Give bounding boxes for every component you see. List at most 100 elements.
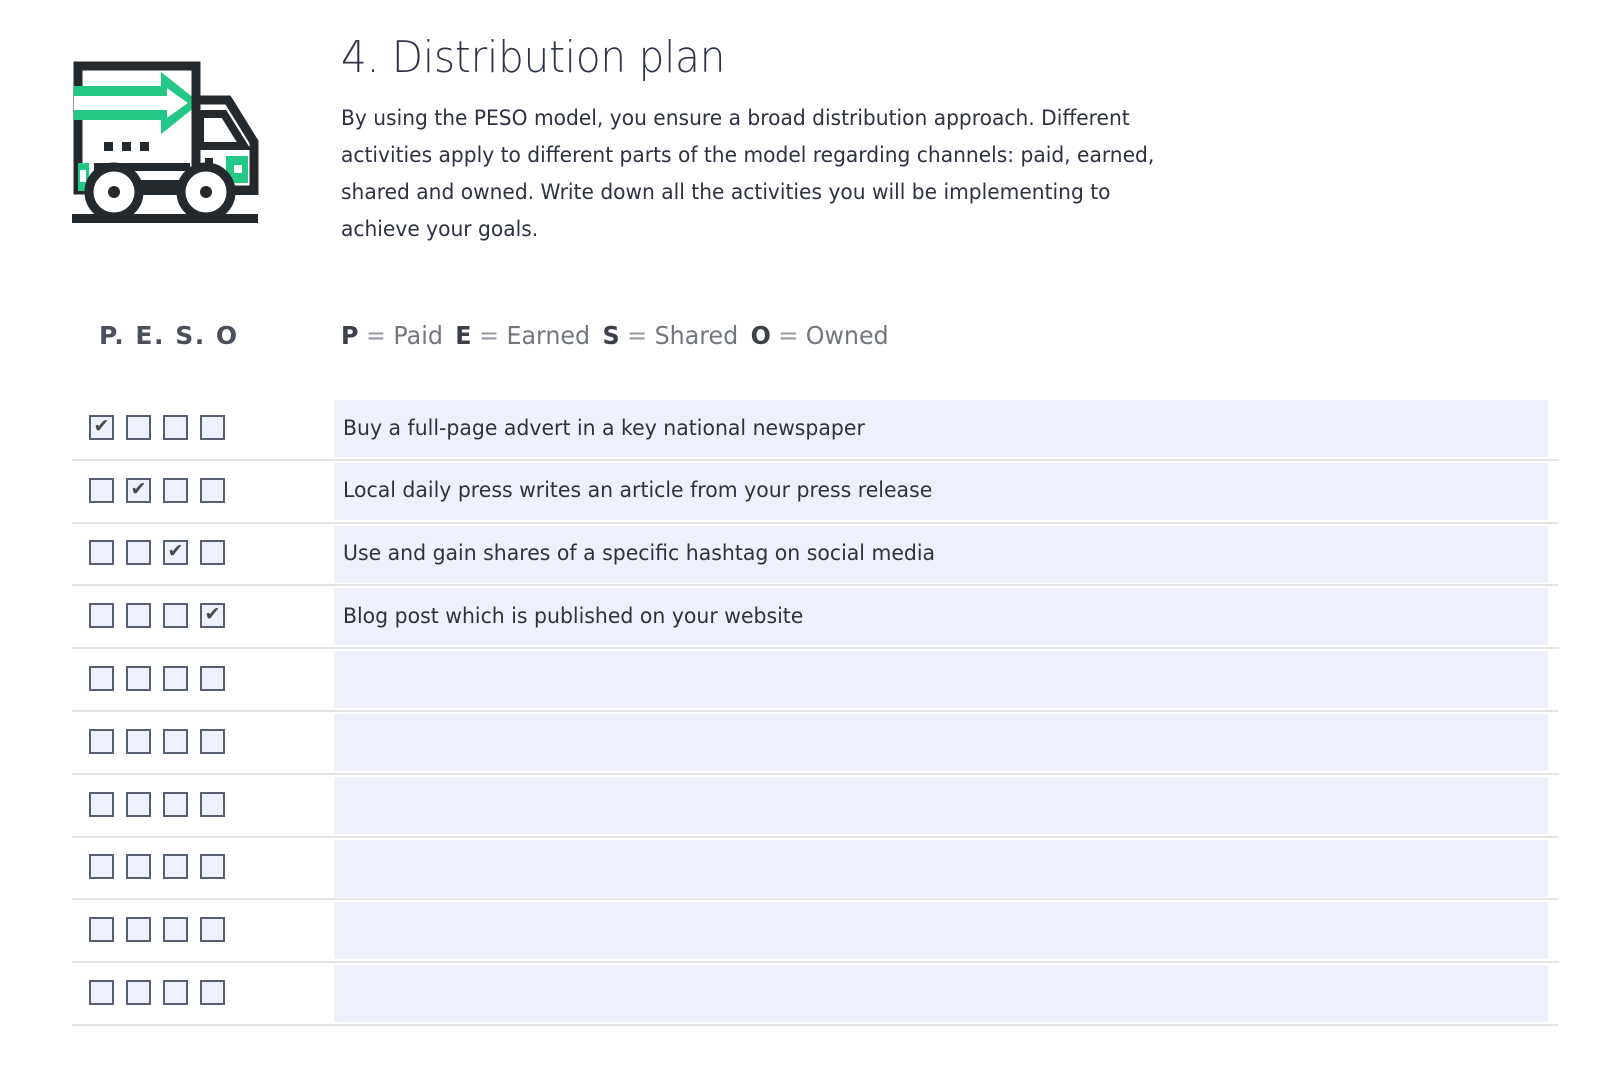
table-row: ✔ ✔ ✔ ✔ Buy a full-page advert in a key nati…: [0, 396, 1600, 459]
checkbox-s[interactable]: ✔: [163, 603, 188, 629]
row-separator: [72, 961, 1559, 964]
checkbox-p[interactable]: ✔: [89, 917, 114, 943]
header-text-block: 4. Distribution plan By using the PESO m…: [341, 30, 1241, 248]
check-icon: ✔: [204, 603, 221, 626]
activity-input[interactable]: [334, 651, 1548, 709]
checkbox-p[interactable]: ✔: [89, 980, 114, 1006]
table-row: ✔ ✔ ✔ ✔: [0, 772, 1600, 836]
row-separator: [72, 584, 1559, 587]
checkbox-p[interactable]: ✔: [89, 728, 114, 754]
row-checkbox-group: ✔ ✔ ✔ ✔: [89, 584, 225, 647]
checkbox-o[interactable]: ✔: [200, 477, 225, 503]
activity-input[interactable]: [334, 902, 1548, 960]
distribution-activities-table: ✔ ✔ ✔ ✔ Buy a full-page advert in a key nati…: [0, 396, 1600, 1026]
row-checkbox-group: ✔ ✔ ✔ ✔: [89, 773, 225, 836]
peso-key-o: O = Owned: [751, 321, 889, 350]
checkbox-o[interactable]: ✔: [200, 791, 225, 817]
checkbox-e[interactable]: ✔: [126, 477, 151, 503]
table-row: ✔ ✔ ✔ ✔: [0, 835, 1600, 899]
page-header: 4. Distribution plan By using the PESO m…: [0, 0, 1600, 290]
legend-spacer: [738, 316, 750, 356]
row-checkbox-group: ✔ ✔ ✔ ✔: [89, 961, 225, 1024]
row-checkbox-group: ✔ ✔ ✔ ✔: [89, 898, 225, 961]
peso-key-equals: =: [770, 321, 806, 350]
row-separator: [72, 772, 1559, 775]
checkbox-p[interactable]: ✔: [89, 666, 114, 692]
checkbox-e[interactable]: ✔: [126, 540, 151, 566]
checkbox-s[interactable]: ✔: [163, 917, 188, 943]
activity-input[interactable]: [334, 839, 1548, 897]
checkbox-p[interactable]: ✔: [89, 477, 114, 503]
peso-key-equals: =: [358, 321, 394, 350]
activity-input[interactable]: Use and gain shares of a specific hashta…: [334, 525, 1548, 583]
checkbox-p[interactable]: ✔: [89, 540, 114, 566]
row-checkbox-group: ✔ ✔ ✔ ✔: [89, 836, 225, 899]
checkbox-e[interactable]: ✔: [126, 666, 151, 692]
table-row: ✔ ✔ ✔ ✔ Use and gain shares of a specific ha…: [0, 521, 1600, 585]
peso-legend: P. E. S. O P = Paid E = Earned S = Share…: [0, 316, 1600, 362]
activity-text: Buy a full-page advert in a key national…: [343, 415, 865, 441]
check-icon: ✔: [93, 414, 110, 437]
checkbox-p[interactable]: ✔: [89, 414, 114, 440]
checkbox-s[interactable]: ✔: [163, 854, 188, 880]
row-checkbox-group: ✔ ✔ ✔ ✔: [89, 647, 225, 710]
peso-key-letter: S: [602, 321, 620, 350]
activity-input[interactable]: [334, 965, 1548, 1023]
row-separator: [72, 835, 1559, 838]
peso-key-p: P = Paid: [341, 321, 443, 350]
checkbox-p[interactable]: ✔: [89, 603, 114, 629]
legend-spacer: [443, 316, 455, 356]
activity-input[interactable]: [334, 776, 1548, 834]
row-separator: [72, 898, 1559, 901]
checkbox-e[interactable]: ✔: [126, 414, 151, 440]
check-icon: ✔: [130, 477, 147, 500]
checkbox-o[interactable]: ✔: [200, 854, 225, 880]
checkbox-s[interactable]: ✔: [163, 477, 188, 503]
delivery-truck-icon: [68, 58, 268, 228]
activity-input[interactable]: Blog post which is published on your web…: [334, 588, 1548, 646]
checkbox-e[interactable]: ✔: [126, 917, 151, 943]
row-checkbox-group: ✔ ✔ ✔ ✔: [89, 396, 225, 459]
checkbox-s[interactable]: ✔: [163, 980, 188, 1006]
checkbox-e[interactable]: ✔: [126, 728, 151, 754]
checkbox-s[interactable]: ✔: [163, 666, 188, 692]
legend-spacer: [590, 316, 602, 356]
peso-column-header: P. E. S. O: [99, 321, 239, 350]
row-separator: [72, 647, 1559, 650]
row-separator: [72, 521, 1559, 524]
checkbox-o[interactable]: ✔: [200, 666, 225, 692]
table-row: ✔ ✔ ✔ ✔ Local daily press writes an article …: [0, 458, 1600, 522]
checkbox-o[interactable]: ✔: [200, 540, 225, 566]
checkbox-e[interactable]: ✔: [126, 791, 151, 817]
activity-input[interactable]: Buy a full-page advert in a key national…: [334, 400, 1548, 457]
checkbox-o[interactable]: ✔: [200, 980, 225, 1006]
peso-key-list: P = Paid E = Earned S = Shared O = Owned: [341, 316, 889, 356]
peso-key-meaning: Paid: [393, 321, 443, 350]
checkbox-e[interactable]: ✔: [126, 854, 151, 880]
page-title: 4. Distribution plan: [341, 32, 726, 83]
row-separator: [72, 458, 1559, 461]
activity-input[interactable]: Local daily press writes an article from…: [334, 462, 1548, 520]
checkbox-o[interactable]: ✔: [200, 414, 225, 440]
checkbox-o[interactable]: ✔: [200, 728, 225, 754]
checkbox-s[interactable]: ✔: [163, 540, 188, 566]
peso-key-letter: P: [341, 321, 359, 350]
peso-key-meaning: Shared: [654, 321, 739, 350]
table-row: ✔ ✔ ✔ ✔: [0, 647, 1600, 710]
activity-text: Use and gain shares of a specific hashta…: [343, 541, 936, 567]
checkbox-e[interactable]: ✔: [126, 980, 151, 1006]
activity-input[interactable]: [334, 713, 1548, 771]
checkbox-s[interactable]: ✔: [163, 791, 188, 817]
peso-key-s: S = Shared: [602, 321, 738, 350]
checkbox-p[interactable]: ✔: [89, 854, 114, 880]
row-separator: [72, 709, 1559, 712]
peso-key-letter: O: [750, 321, 771, 350]
checkbox-s[interactable]: ✔: [163, 414, 188, 440]
checkbox-o[interactable]: ✔: [200, 917, 225, 943]
activity-text: Blog post which is published on your web…: [343, 603, 804, 629]
peso-key-meaning: Owned: [805, 321, 889, 350]
checkbox-p[interactable]: ✔: [89, 791, 114, 817]
checkbox-s[interactable]: ✔: [163, 728, 188, 754]
checkbox-o[interactable]: ✔: [200, 603, 225, 629]
checkbox-e[interactable]: ✔: [126, 603, 151, 629]
